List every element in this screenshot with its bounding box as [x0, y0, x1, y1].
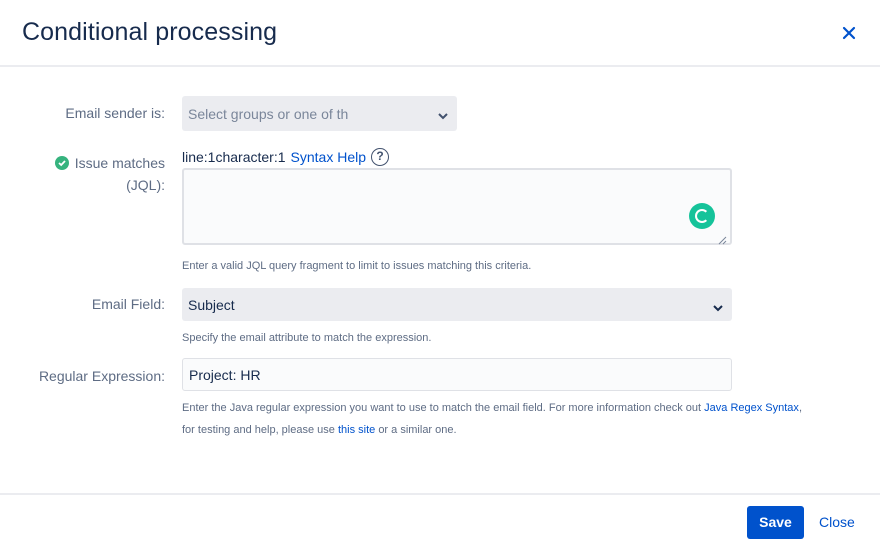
regex-help-comma: ,: [798, 402, 802, 414]
regex-help-part1: Enter the Java regular expression you wa…: [182, 402, 702, 414]
jql-help-text: Enter a valid JQL query fragment to limi…: [182, 260, 532, 272]
email-field-help-text: Specify the email attribute to match the…: [182, 332, 432, 344]
save-button[interactable]: Save: [747, 506, 804, 539]
close-icon[interactable]: [838, 22, 860, 44]
regex-label: Regular Expression:: [38, 368, 165, 384]
regex-help-text-line1: Enter the Java regular expression you wa…: [182, 397, 802, 419]
this-site-link[interactable]: this site: [338, 424, 375, 436]
jql-status-line: line:1character:1 Syntax Help ?: [182, 148, 389, 166]
email-sender-label: Email sender is:: [65, 105, 165, 121]
regex-help-text-line2: for testing and help, please use this si…: [182, 419, 457, 441]
regex-input[interactable]: Project: HR: [182, 358, 732, 391]
email-field-selected: Subject: [188, 297, 235, 313]
dialog-title: Conditional processing: [22, 18, 278, 46]
jql-label: Issue matches (JQL):: [54, 152, 165, 196]
close-button[interactable]: Close: [819, 506, 855, 539]
email-field-label: Email Field:: [91, 296, 165, 312]
java-regex-syntax-link[interactable]: Java Regex Syntax: [704, 402, 799, 414]
chevron-down-icon: [438, 107, 448, 123]
jql-textarea[interactable]: [182, 168, 732, 245]
email-sender-placeholder: Select groups or one of th: [188, 106, 349, 122]
jql-label-line1: Issue matches: [74, 155, 165, 171]
email-field-select[interactable]: Subject: [182, 288, 732, 321]
jql-label-line2: (JQL):: [126, 177, 165, 193]
jql-position-text: line:1character:1: [182, 149, 286, 165]
grammarly-icon[interactable]: [689, 203, 715, 229]
regex-help-line2-part1: for testing and help, please use: [182, 424, 335, 436]
dialog-header: Conditional processing: [0, 0, 880, 67]
resize-handle-icon[interactable]: [718, 232, 727, 250]
help-icon[interactable]: ?: [371, 148, 389, 166]
regex-help-line2-part2: or a similar one.: [378, 424, 457, 436]
email-sender-select[interactable]: Select groups or one of th: [182, 96, 457, 131]
check-circle-icon: [54, 156, 69, 170]
chevron-down-icon: [713, 299, 723, 315]
syntax-help-link[interactable]: Syntax Help: [291, 149, 366, 165]
